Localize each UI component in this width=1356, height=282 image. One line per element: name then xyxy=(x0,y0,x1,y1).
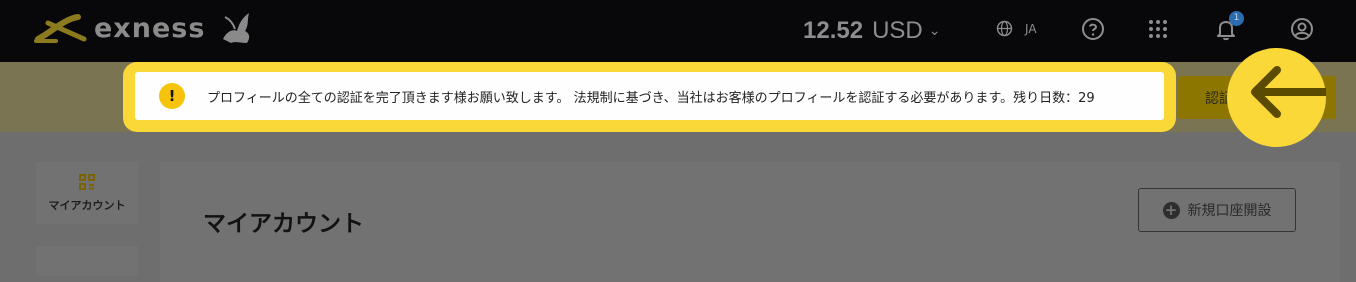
sidebar-item-my-account[interactable]: マイアカウント xyxy=(36,162,138,224)
balance-currency: USD xyxy=(872,17,923,44)
balance-selector[interactable]: 12.52 USD ⌄ xyxy=(803,15,940,47)
verification-notice-highlight: ! プロフィールの全ての認証を完了頂きます様お願い致します。 法規制に基づき、当… xyxy=(123,62,1176,132)
top-navigation-bar: exness 12.52 USD ⌄ JA 1 xyxy=(0,0,1356,62)
balance-amount: 12.52 xyxy=(803,17,864,44)
apps-grid-icon[interactable] xyxy=(1146,17,1170,41)
verification-notice: ! プロフィールの全ての認証を完了頂きます様お願い致します。 法規制に基づき、当… xyxy=(135,72,1164,120)
language-selector[interactable]: JA xyxy=(996,20,1037,37)
exness-logo-icon xyxy=(34,14,87,43)
dashboard-icon xyxy=(79,174,95,190)
main-content-card: マイアカウント + 新規口座開設 xyxy=(160,162,1340,282)
sidebar-item-label: マイアカウント xyxy=(48,199,126,212)
chevron-down-icon: ⌄ xyxy=(928,23,941,39)
plus-icon: + xyxy=(1162,201,1180,219)
logo[interactable]: exness xyxy=(34,8,255,48)
open-new-account-button[interactable]: + 新規口座開設 xyxy=(1138,188,1296,232)
pointer-arrow-annotation xyxy=(1227,48,1330,147)
help-icon[interactable] xyxy=(1081,17,1105,41)
globe-icon xyxy=(996,20,1013,37)
dove-icon xyxy=(223,13,250,43)
arrow-left-icon xyxy=(1251,66,1330,118)
notice-text: プロフィールの全ての認証を完了頂きます様お願い致します。 法規制に基づき、当社は… xyxy=(207,90,1095,106)
user-icon[interactable] xyxy=(1290,17,1314,41)
open-new-account-label: 新規口座開設 xyxy=(1187,203,1272,219)
sidebar-item[interactable] xyxy=(36,246,138,276)
language-code: JA xyxy=(1025,21,1037,36)
notification-badge: 1 xyxy=(1229,11,1244,26)
page-title: マイアカウント xyxy=(203,211,364,237)
brand-name: exness xyxy=(94,12,206,44)
exclamation-icon: ! xyxy=(159,83,185,109)
